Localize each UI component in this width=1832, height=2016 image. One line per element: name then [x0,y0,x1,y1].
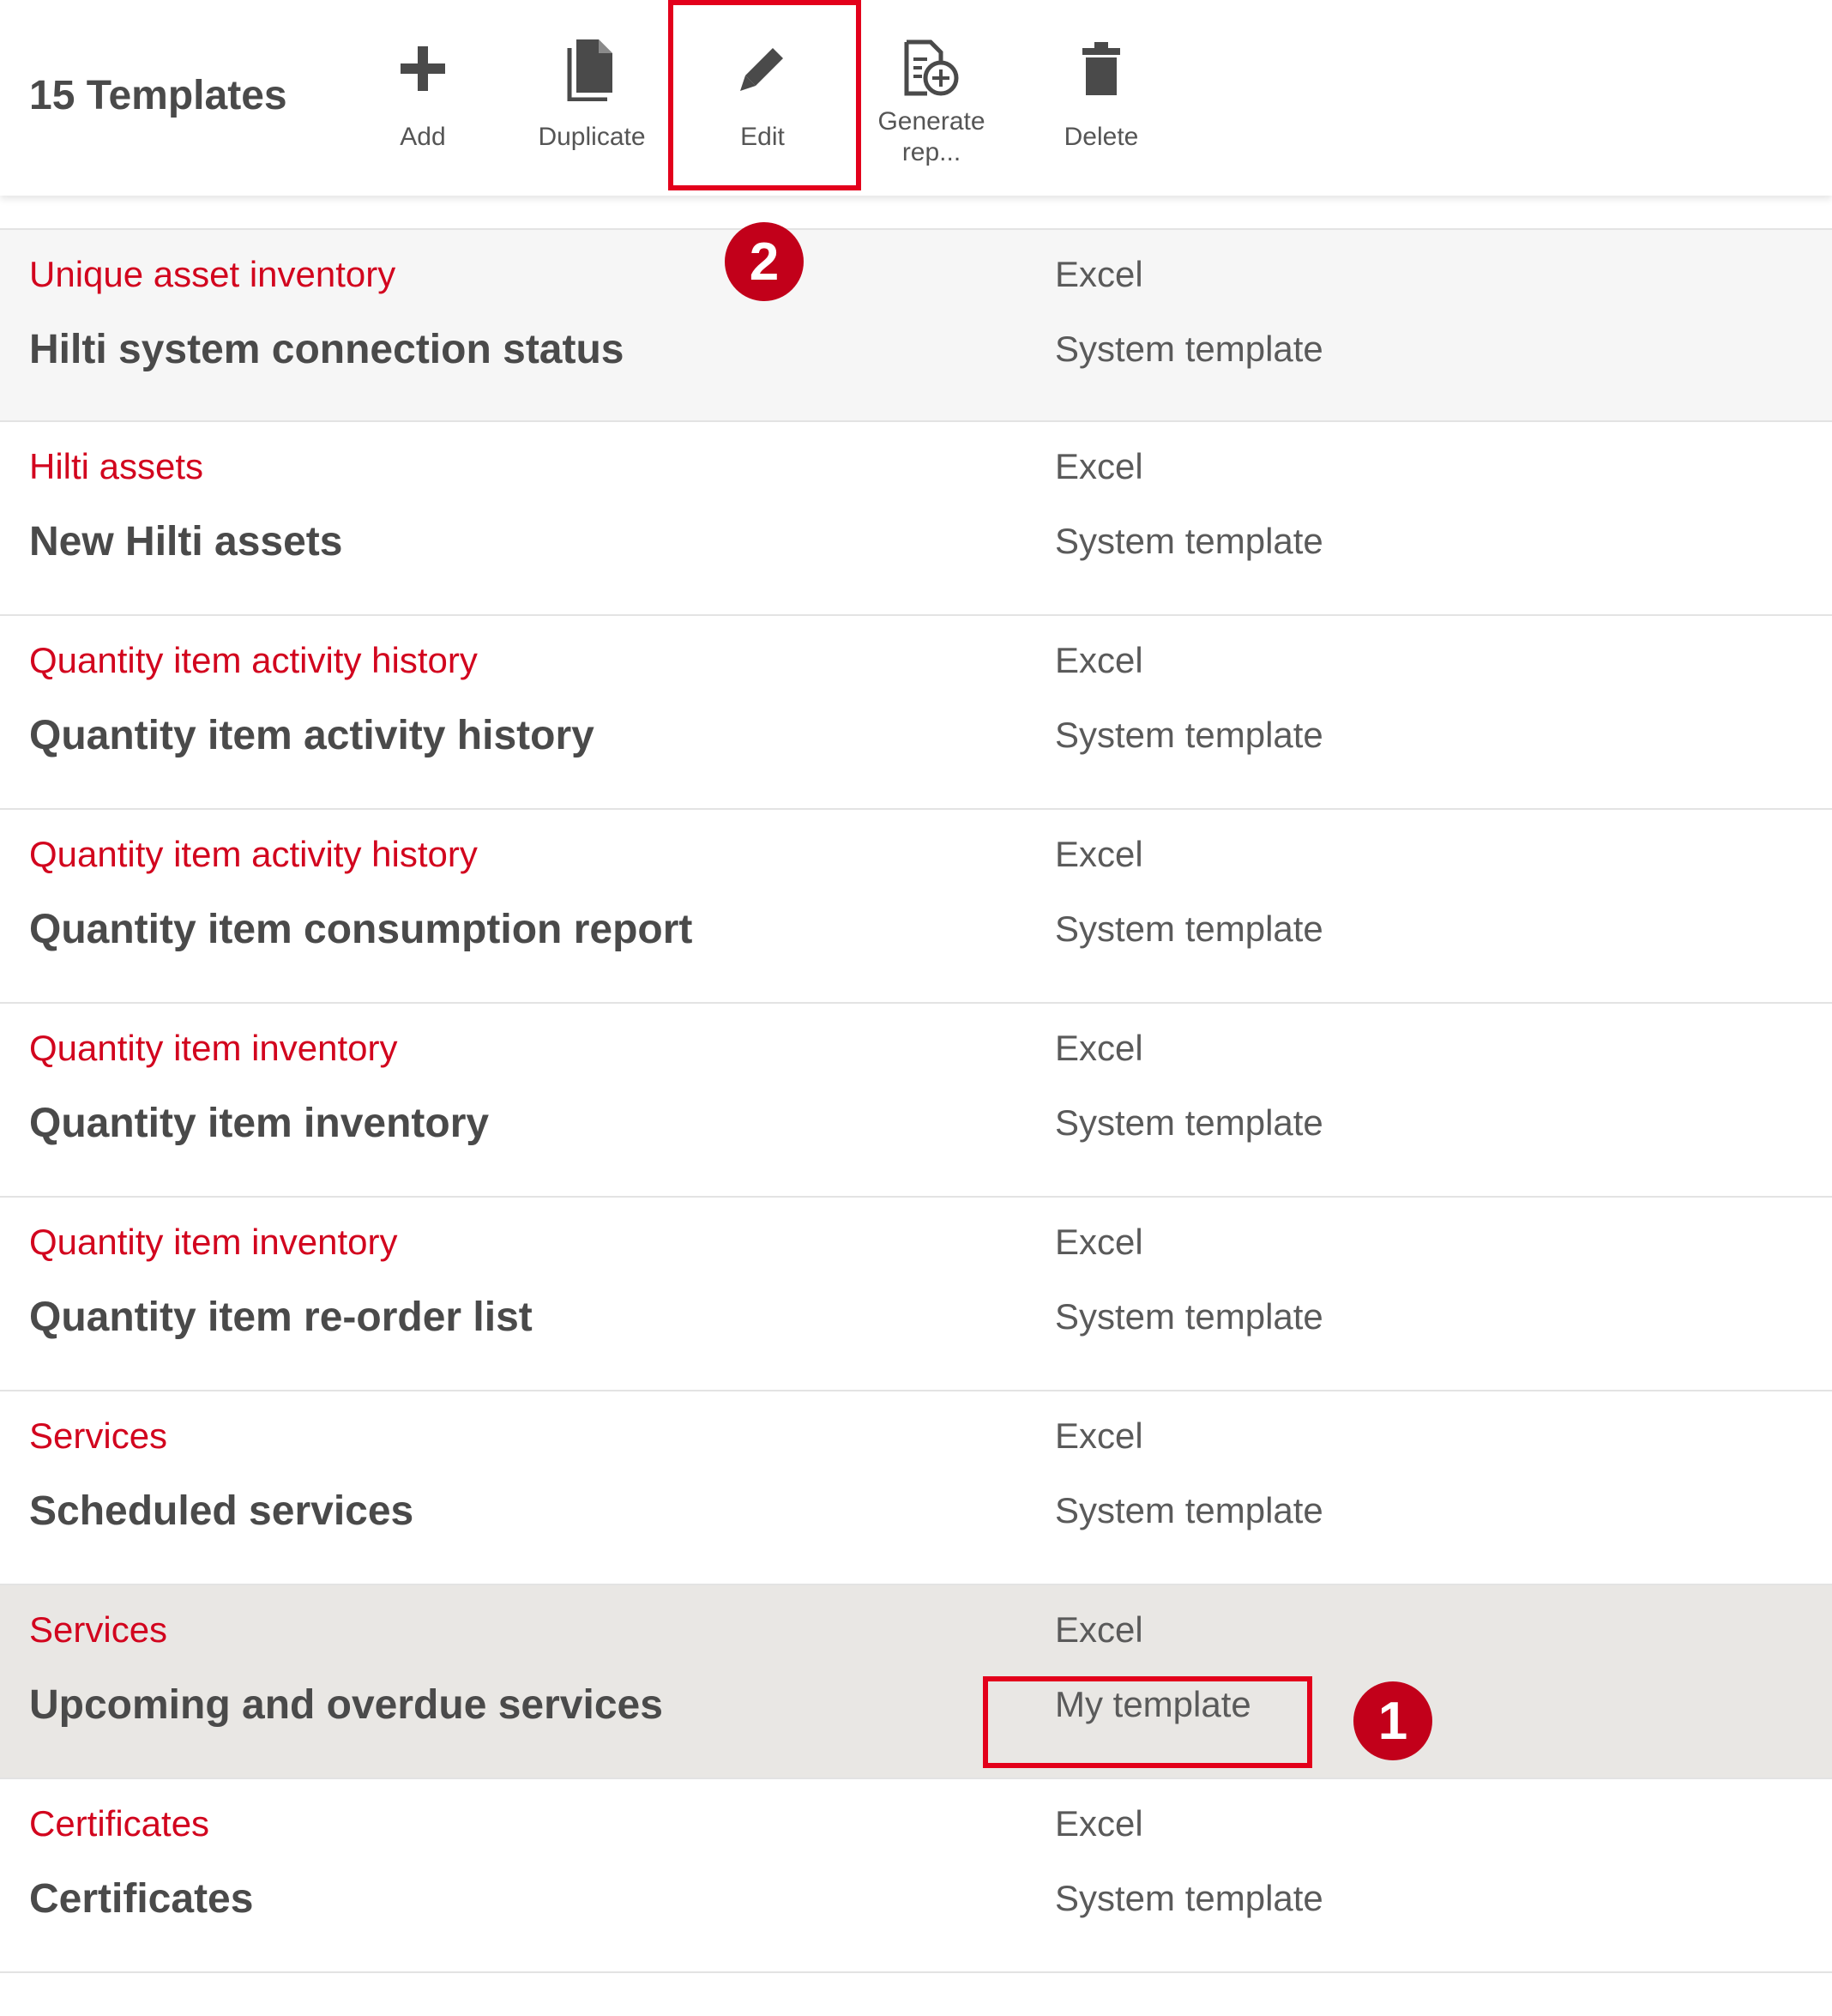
template-category: Quantity item inventory [29,1028,398,1068]
template-category: Hilti assets [29,446,204,486]
step-1-badge: 1 [1353,1681,1432,1760]
template-category: Unique asset inventory [29,254,396,294]
template-format: Excel [1055,1028,1143,1068]
template-row[interactable]: Services Scheduled services Excel System… [0,1391,1832,1585]
trash-icon [1015,34,1187,103]
template-row[interactable]: Quantity item activity history Quantity … [0,810,1832,1004]
template-category: Quantity item activity history [29,640,478,680]
template-type: System template [1055,908,1323,949]
my-template-highlight-box [983,1676,1312,1768]
template-name: Quantity item activity history [29,713,594,758]
template-type: System template [1055,1878,1323,1918]
template-row-selected[interactable]: Services Upcoming and overdue services E… [0,1585,1832,1779]
generate-report-label-line1: Generate [877,107,985,136]
template-row[interactable]: Hilti assets New Hilti assets Excel Syst… [0,422,1832,616]
template-format: Excel [1055,254,1143,294]
template-row[interactable]: Certificates Certificates Excel System t… [0,1779,1832,1973]
template-name: Certificates [29,1876,254,1922]
templates-list: Unique asset inventory Hilti system conn… [0,228,1832,1973]
template-type: System template [1055,715,1323,755]
template-name: Upcoming and overdue services [29,1682,663,1728]
delete-button[interactable]: Delete [1015,26,1187,172]
template-name: Hilti system connection status [29,327,624,372]
template-type: System template [1055,521,1323,561]
template-type: System template [1055,1490,1323,1530]
edit-highlight-box [668,0,861,190]
template-category: Quantity item activity history [29,834,478,874]
template-name: Quantity item re-order list [29,1295,533,1340]
template-row[interactable]: Unique asset inventory Hilti system conn… [0,228,1832,422]
add-button[interactable]: Add [337,26,509,172]
template-category: Services [29,1415,168,1456]
toolbar: 15 Templates Add Duplicate Edit Generate… [0,0,1832,196]
template-type: System template [1055,329,1323,369]
template-format: Excel [1055,640,1143,680]
generate-report-label-line2: rep... [901,138,961,166]
template-format: Excel [1055,1415,1143,1456]
template-row[interactable]: Quantity item inventory Quantity item in… [0,1004,1832,1198]
generate-report-button[interactable]: Generate rep... [846,26,1017,172]
step-2-badge: 2 [725,222,804,301]
templates-count: 15 Templates [29,73,287,118]
template-format: Excel [1055,1609,1143,1650]
duplicate-button[interactable]: Duplicate [506,26,678,172]
template-name: Quantity item consumption report [29,907,693,952]
template-name: New Hilti assets [29,519,343,564]
plus-icon [337,34,509,103]
duplicate-label: Duplicate [538,123,646,151]
template-category: Services [29,1609,168,1650]
template-category: Quantity item inventory [29,1222,398,1262]
generate-report-label: Generate rep... [846,106,1017,168]
generate-report-icon [846,34,1017,103]
template-row[interactable]: Quantity item activity history Quantity … [0,616,1832,810]
duplicate-icon [506,34,678,103]
template-category: Certificates [29,1803,210,1844]
template-type: System template [1055,1296,1323,1337]
template-row[interactable]: Quantity item inventory Quantity item re… [0,1198,1832,1391]
template-type: System template [1055,1102,1323,1143]
template-format: Excel [1055,1222,1143,1262]
template-name: Scheduled services [29,1488,414,1534]
delete-label: Delete [1064,123,1139,151]
add-label: Add [400,123,446,151]
template-format: Excel [1055,1803,1143,1844]
template-name: Quantity item inventory [29,1101,490,1146]
template-format: Excel [1055,446,1143,486]
template-format: Excel [1055,834,1143,874]
